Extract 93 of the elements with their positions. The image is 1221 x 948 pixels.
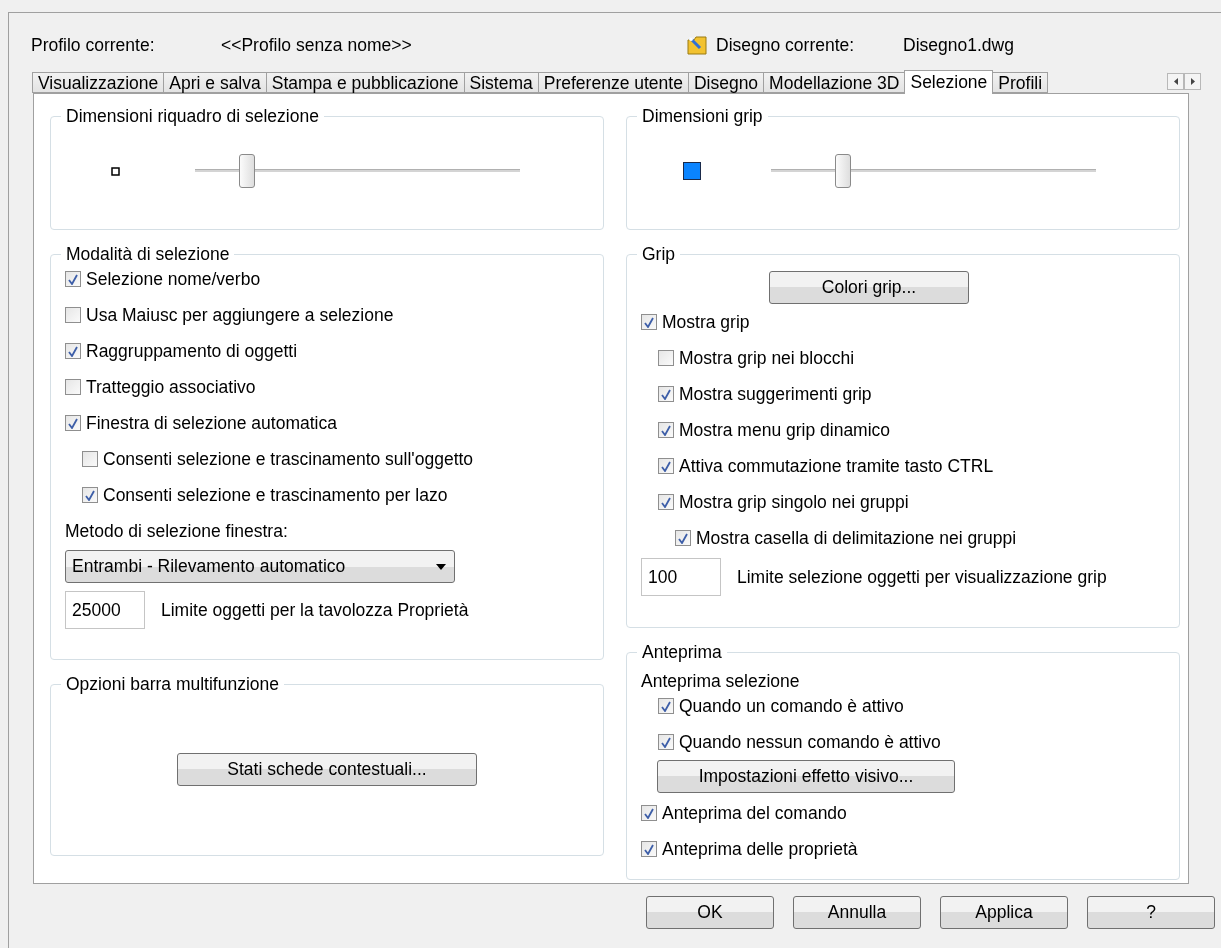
scroll-left-button[interactable] [1167, 73, 1184, 90]
tab[interactable]: Modellazione 3D [763, 72, 906, 93]
check-icon [661, 460, 671, 472]
tab[interactable]: Sistema [463, 72, 539, 93]
check-icon [68, 273, 78, 285]
checkbox-label: Selezione nome/verbo [86, 268, 261, 290]
checkbox-label: Raggruppamento di oggetti [86, 340, 298, 362]
check-icon [661, 496, 671, 508]
checkbox-label: Mostra menu grip dinamico [679, 419, 891, 441]
dialog-button[interactable]: Annulla [793, 896, 921, 929]
check-icon [644, 807, 654, 819]
check-icon [678, 532, 688, 544]
checkbox-label: Anteprima del comando [662, 802, 847, 824]
check-icon [661, 736, 671, 748]
checkbox[interactable] [82, 487, 98, 503]
group-title: Modalità di selezione [65, 244, 231, 265]
checkbox-label: Usa Maiusc per aggiungere a selezione [86, 304, 394, 326]
checkbox[interactable] [65, 271, 81, 287]
limit-label: Limite oggetti per la tavolozza Proprietà [161, 599, 469, 621]
contextual-tabs-button[interactable]: Stati schede contestuali... [177, 752, 477, 786]
subsection-title: Anteprima selezione [641, 671, 801, 692]
checkbox[interactable] [658, 494, 674, 510]
drawing-file-icon [686, 34, 708, 56]
group-title: Dimensioni grip [641, 106, 764, 127]
limit-input[interactable]: 100 [641, 558, 721, 596]
checkbox-label: Consenti selezione e trascinamento sull'oggetto [103, 448, 474, 470]
tab[interactable]: Visualizzazione [32, 72, 165, 93]
checkbox[interactable] [658, 422, 674, 438]
slider-thumb[interactable] [239, 154, 255, 188]
check-icon [661, 388, 671, 400]
group-title: Grip [641, 244, 677, 265]
check-icon [661, 700, 671, 712]
dialog-button[interactable]: ? [1087, 896, 1215, 929]
tab[interactable]: Stampa e pubblicazione [265, 72, 465, 93]
right-arrow-icon [1190, 78, 1195, 85]
profile-name: <<Profilo senza nome>> [221, 34, 413, 56]
drawing-name: Disegno1.dwg [903, 34, 1014, 56]
left-arrow-icon [1173, 78, 1178, 85]
checkbox[interactable] [82, 451, 98, 467]
grip-square-icon [683, 162, 701, 180]
tab[interactable]: Apri e salva [163, 72, 267, 93]
checkbox[interactable] [658, 698, 674, 714]
pickbox-square-icon [111, 166, 120, 176]
group-title: Dimensioni riquadro di selezione [65, 106, 320, 127]
slider-thumb[interactable] [834, 154, 851, 188]
checkbox-label: Mostra grip nei blocchi [679, 347, 855, 369]
tab[interactable]: Selezione [904, 70, 994, 94]
visual-effect-settings-button[interactable]: Impostazioni effetto visivo... [657, 760, 955, 793]
checkbox-label: Finestra di selezione automatica [86, 412, 337, 434]
checkbox-label: Mostra casella di delimitazione nei gruppi [696, 527, 1017, 549]
checkbox-label: Quando nessun comando è attivo [679, 731, 941, 753]
drawing-label: Disegno corrente: [716, 34, 856, 56]
method-dropdown[interactable]: Entrambi - Rilevamento automatico [65, 550, 455, 583]
checkbox-label: Tratteggio associativo [86, 376, 256, 398]
check-icon [85, 489, 95, 501]
checkbox[interactable] [641, 841, 657, 857]
checkbox[interactable] [658, 386, 674, 402]
tab[interactable]: Preferenze utente [537, 72, 689, 93]
checkbox[interactable] [641, 805, 657, 821]
grip-colors-button[interactable]: Colori grip... [769, 271, 969, 304]
checkbox[interactable] [65, 379, 81, 395]
check-icon [68, 417, 78, 429]
checkbox[interactable] [658, 458, 674, 474]
limit-label: Limite selezione oggetti per visualizzazione grip [737, 566, 1107, 588]
profile-label: Profilo corrente: [31, 34, 156, 56]
dialog-button[interactable]: Applica [940, 896, 1068, 929]
field-label: Metodo di selezione finestra: [65, 521, 289, 542]
dialog-button[interactable]: OK [646, 896, 774, 929]
group-title: Opzioni barra multifunzione [65, 674, 281, 695]
check-icon [661, 424, 671, 436]
tab[interactable]: Profili [992, 72, 1049, 93]
dropdown-arrow-icon [436, 563, 446, 570]
checkbox-label: Quando un comando è attivo [679, 695, 904, 717]
checkbox[interactable] [658, 734, 674, 750]
checkbox-label: Attiva commutazione tramite tasto CTRL [679, 455, 994, 477]
checkbox[interactable] [675, 530, 691, 546]
check-icon [644, 843, 654, 855]
checkbox-label: Anteprima delle proprietà [662, 838, 858, 860]
check-icon [68, 345, 78, 357]
checkbox[interactable] [65, 415, 81, 431]
checkbox[interactable] [641, 314, 657, 330]
group-title: Anteprima [641, 642, 723, 663]
checkbox[interactable] [65, 343, 81, 359]
tab[interactable]: Disegno [687, 72, 765, 93]
scroll-right-button[interactable] [1184, 73, 1201, 90]
checkbox[interactable] [658, 350, 674, 366]
limit-input[interactable]: 25000 [65, 591, 145, 629]
check-icon [644, 316, 654, 328]
checkbox[interactable] [65, 307, 81, 323]
checkbox-label: Mostra grip singolo nei gruppi [679, 491, 909, 513]
checkbox-label: Mostra suggerimenti grip [679, 383, 872, 405]
checkbox-label: Consenti selezione e trascinamento per lazo [103, 484, 448, 506]
checkbox-label: Mostra grip [662, 311, 750, 333]
